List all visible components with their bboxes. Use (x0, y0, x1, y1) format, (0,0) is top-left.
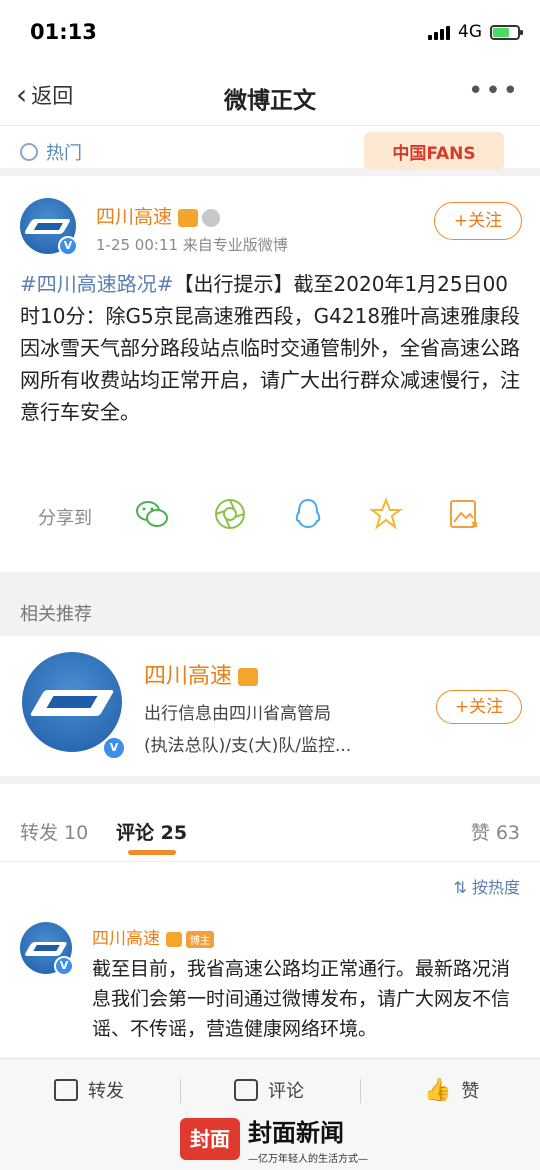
nav-bar: ‹ 返回 微博正文 ••• (0, 66, 540, 126)
logo-name: 封面新闻 (248, 1118, 344, 1147)
sort-button[interactable]: ⇅ 按热度 (453, 874, 520, 898)
comment-author[interactable]: 四川高速 博主 (92, 924, 214, 949)
verified-icon: V (58, 236, 78, 256)
recommend-section: 相关推荐 V 四川高速 出行信息由四川省高管局 (执法总队)/支(大)队/监控.… (0, 572, 540, 784)
tab-likes[interactable]: 赞 63 (471, 818, 520, 845)
crown-icon (238, 668, 259, 686)
page-title: 微博正文 (224, 88, 316, 114)
comment-text: 截至目前，我省高速公路均正常通行。最新路况消息我们会第一时间通过微博发布，请广大… (92, 958, 511, 1040)
share-row: 分享到 (0, 496, 540, 536)
save-image-icon[interactable] (446, 496, 482, 532)
tab-comments[interactable]: 评论 25 (116, 818, 187, 845)
comment-icon (234, 1079, 258, 1101)
topic-link[interactable]: #四川高速路况# (20, 272, 174, 296)
logo-slogan: —亿万年轻人的生活方式— (248, 1154, 368, 1165)
verified-icon: V (102, 736, 126, 760)
bottom-action-bar: 转发 评论 👍 赞 封面 封面新闻 —亿万年轻人的生活方式— (0, 1058, 540, 1170)
status-indicators: 4G (428, 22, 523, 42)
host-badge: 博主 (186, 930, 214, 948)
active-tab-indicator (128, 850, 176, 855)
share-icon (54, 1079, 78, 1101)
recommend-desc: 出行信息由四川省高管局 (执法总队)/支(大)队/监控... (144, 704, 352, 756)
sort-row: ⇅ 按热度 (0, 862, 540, 906)
moments-icon[interactable] (212, 496, 248, 532)
signal-icon (428, 24, 450, 40)
follow-button[interactable]: +关注 (434, 202, 522, 240)
battery-icon (490, 24, 523, 40)
crown-icon (166, 931, 182, 947)
like-button[interactable]: 👍 赞 (424, 1077, 479, 1103)
medal-icon (202, 208, 221, 227)
star-icon[interactable] (368, 496, 404, 532)
qq-icon[interactable] (290, 496, 326, 532)
sort-icon: ⇅ (453, 878, 472, 897)
status-bar: 01:13 4G (0, 0, 540, 66)
hot-link[interactable]: 热门 (20, 139, 82, 165)
share-label: 分享到 (38, 508, 92, 529)
recommend-card[interactable]: V 四川高速 出行信息由四川省高管局 (执法总队)/支(大)队/监控... +关… (0, 636, 540, 776)
post-card: V 四川高速 1-25 00:11 来自专业版微博 +关注 #四川高速路况#【出… (0, 182, 540, 572)
recommend-title: 相关推荐 (20, 604, 92, 625)
logo-mark: 封面 (180, 1118, 240, 1160)
comment-button[interactable]: 评论 (234, 1077, 304, 1103)
divider (360, 1079, 361, 1103)
comment-tabs: 转发 10 评论 25 赞 63 (0, 792, 540, 862)
wechat-icon[interactable] (134, 496, 170, 532)
post-text: #四川高速路况#【出行提示】截至2020年1月25日00时10分：除G5京昆高速… (20, 268, 526, 428)
post-meta: 1-25 00:11 来自专业版微博 (96, 236, 288, 254)
network-type: 4G (458, 22, 482, 42)
hot-row: 热门 中国FANS (0, 126, 540, 176)
divider (180, 1079, 181, 1103)
thumbs-up-icon: 👍 (424, 1077, 452, 1103)
watermark-logo: 封面 封面新闻 —亿万年轻人的生活方式— (180, 1113, 368, 1165)
fans-badge[interactable]: 中国FANS (364, 132, 504, 170)
hot-label: 热门 (46, 143, 82, 164)
tab-repost[interactable]: 转发 10 (20, 818, 88, 845)
crown-icon (178, 208, 199, 227)
post-author[interactable]: 四川高速 (96, 202, 221, 229)
hot-icon (20, 143, 38, 161)
recommend-name[interactable]: 四川高速 (144, 658, 259, 690)
more-icon[interactable]: ••• (468, 76, 520, 106)
comment-item: V 四川高速 博主 截至目前，我省高速公路均正常通行。最新路况消息我们会第一时间通… (0, 906, 540, 1058)
verified-icon: V (54, 956, 74, 976)
recommend-follow-button[interactable]: +关注 (436, 690, 522, 724)
repost-button[interactable]: 转发 (54, 1077, 124, 1103)
status-time: 01:13 (30, 20, 97, 44)
